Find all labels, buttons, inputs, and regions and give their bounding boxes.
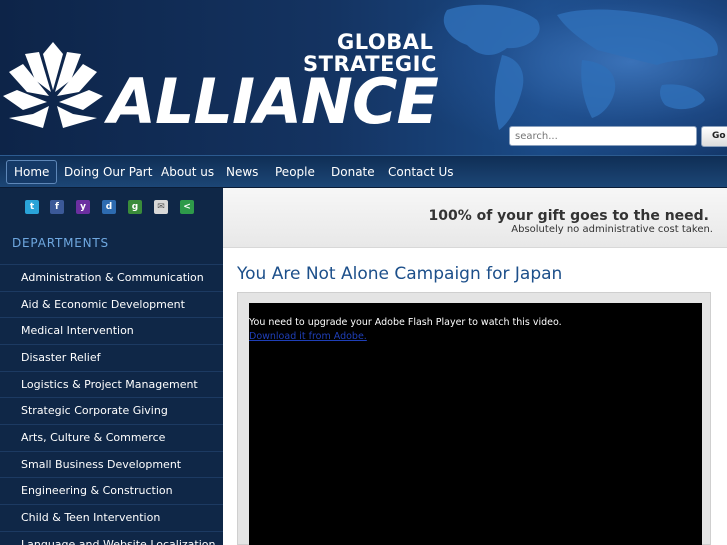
nav-about-us[interactable]: About us [154,160,221,184]
logo-text-global: GLOBAL [337,30,434,54]
video-frame: You need to upgrade your Adobe Flash Pla… [237,292,711,545]
sidebar: t f y d g ✉ < DEPARTMENTS Administration… [0,188,223,545]
nav-people[interactable]: People [268,160,322,184]
logo-text-alliance: ALLIANCE [108,65,439,138]
nav-donate[interactable]: Donate [324,160,382,184]
search-input[interactable] [509,126,697,146]
dept-logistics-project-management[interactable]: Logistics & Project Management [0,371,223,397]
promo-subtext: Absolutely no administrative cost taken. [511,224,713,235]
share-icon[interactable]: < [180,200,194,214]
dept-child-teen-intervention[interactable]: Child & Teen Intervention [0,504,223,530]
dept-strategic-corporate-giving[interactable]: Strategic Corporate Giving [0,397,223,423]
promo-headline: 100% of your gift goes to the need. [428,208,709,224]
nav-doing-our-part[interactable]: Doing Our Part [57,160,159,184]
social-share-row: t f y d g ✉ < [0,188,223,228]
dept-disaster-relief[interactable]: Disaster Relief [0,344,223,370]
video-player[interactable]: You need to upgrade your Adobe Flash Pla… [249,303,702,545]
nav-home[interactable]: Home [6,160,58,184]
facebook-icon[interactable]: f [50,200,64,214]
dept-language-website-localization[interactable]: Language and Website Localization [0,531,223,545]
nav-news[interactable]: News [219,160,265,184]
dept-arts-culture-commerce[interactable]: Arts, Culture & Commerce [0,424,223,450]
search-go-button[interactable]: Go [701,126,727,147]
departments-heading: DEPARTMENTS [12,236,109,250]
site-header: GLOBAL STRATEGIC ALLIANCE Go [0,0,727,155]
dept-engineering-construction[interactable]: Engineering & Construction [0,477,223,503]
main-nav: Home Doing Our Part About us News People… [0,155,727,188]
promo-banner: 100% of your gift goes to the need. Abso… [223,188,727,248]
page-title: You Are Not Alone Campaign for Japan [237,264,563,284]
alliance-logo-icon [3,42,103,128]
flash-upgrade-message: You need to upgrade your Adobe Flash Pla… [249,317,562,328]
yahoo-icon[interactable]: y [76,200,90,214]
dept-medical-intervention[interactable]: Medical Intervention [0,317,223,343]
dept-administration-communication[interactable]: Administration & Communication [0,264,223,290]
flash-download-link[interactable]: Download it from Adobe. [249,331,367,342]
dept-aid-economic-development[interactable]: Aid & Economic Development [0,291,223,317]
digg-icon[interactable]: d [102,200,116,214]
nav-contact-us[interactable]: Contact Us [381,160,461,184]
email-icon[interactable]: ✉ [154,200,168,214]
google-icon[interactable]: g [128,200,142,214]
twitter-icon[interactable]: t [25,200,39,214]
dept-small-business-development[interactable]: Small Business Development [0,451,223,477]
